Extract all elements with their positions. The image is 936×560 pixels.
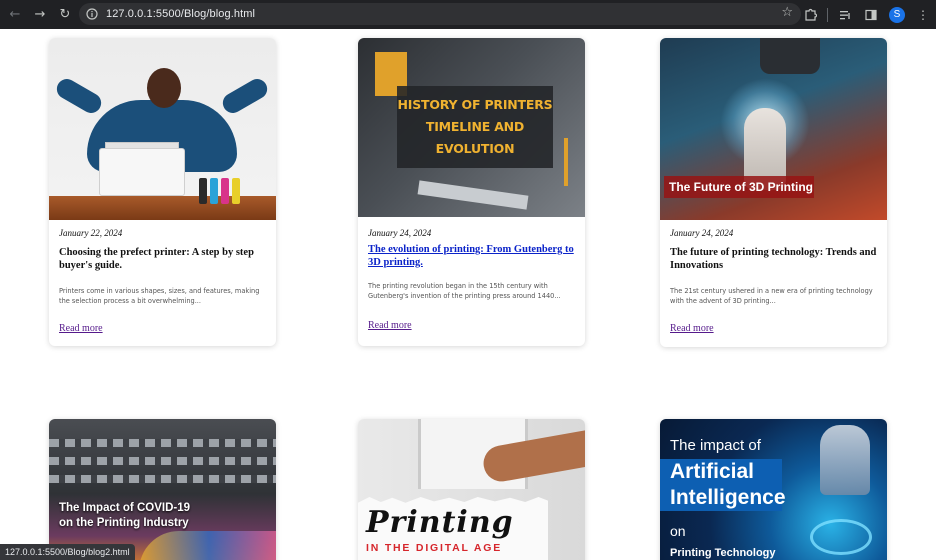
image-shape: [810, 519, 872, 555]
profile-avatar[interactable]: S: [884, 0, 910, 29]
toolbar-actions: S ⋮: [797, 0, 936, 29]
image-caption-line: on the Printing Industry: [59, 517, 189, 529]
image-caption-line: The impact of: [670, 437, 761, 454]
image-caption-sub: IN THE DIGITAL AGE: [366, 542, 503, 554]
image-shape: [232, 178, 240, 204]
image-shape: [221, 178, 229, 204]
image-shape: [219, 75, 271, 117]
extensions-icon[interactable]: [797, 0, 823, 29]
blog-card-3: The Future of 3D Printing January 24, 20…: [660, 38, 887, 347]
blog-card-6: The impact of Artificial Intelligence on…: [660, 419, 887, 560]
post-title: The future of printing technology: Trend…: [670, 247, 877, 271]
image-shape: [199, 178, 207, 204]
card-body: January 24, 2024 The future of printing …: [660, 220, 887, 306]
image-caption-line: EVOLUTION: [435, 141, 515, 156]
card-image-3d-printing: The Future of 3D Printing: [660, 38, 887, 220]
image-caption: The Future of 3D Printing: [664, 176, 814, 198]
blog-card-1: January 22, 2024 Choosing the prefect pr…: [49, 38, 276, 346]
post-title: Choosing the prefect printer: A step by …: [59, 247, 254, 271]
blog-card-5: Printing IN THE DIGITAL AGE: [358, 419, 585, 560]
image-shape: [99, 148, 185, 196]
post-date: January 24, 2024: [670, 228, 734, 238]
card-image-covid: The Impact of COVID-19 on the Printing I…: [49, 419, 276, 560]
image-shape: [49, 475, 276, 483]
image-shape: [210, 178, 218, 204]
browser-toolbar: ← → ↻ 127.0.0.1:5500/Blog/blog.html ☆ S …: [0, 0, 936, 29]
card-image-digital-age: Printing IN THE DIGITAL AGE: [358, 419, 585, 560]
read-more-link[interactable]: Read more: [368, 320, 412, 331]
image-caption-line: Printing Technology: [670, 547, 776, 559]
image-caption-line: on: [670, 523, 686, 539]
address-bar[interactable]: 127.0.0.1:5500/Blog/blog.html ☆: [79, 3, 801, 25]
image-shape: [49, 457, 276, 465]
image-caption-line: Intelligence: [670, 486, 786, 509]
card-image-ai: The impact of Artificial Intelligence on…: [660, 419, 887, 560]
image-caption: Printing: [366, 505, 514, 540]
image-shape: [139, 531, 276, 560]
image-caption-line: HISTORY OF PRINTERS: [397, 97, 553, 112]
image-shape: [760, 38, 820, 74]
image-shape: [147, 68, 181, 108]
side-panel-icon[interactable]: [858, 0, 884, 29]
bookmark-star-icon[interactable]: ☆: [781, 5, 793, 20]
card-image-printer-buyer: [49, 38, 276, 220]
read-more-link[interactable]: Read more: [59, 323, 103, 334]
toolbar-separator: [827, 7, 828, 22]
card-image-history-printers: HISTORY OF PRINTERS TIMELINE AND EVOLUTI…: [358, 38, 585, 217]
image-caption-line: TIMELINE AND: [425, 119, 525, 134]
menu-icon[interactable]: ⋮: [910, 0, 936, 29]
post-date: January 22, 2024: [59, 228, 123, 238]
link-status-bar: 127.0.0.1:5500/Blog/blog2.html: [0, 544, 135, 560]
image-shape: [49, 439, 276, 447]
post-excerpt: Printers come in various shapes, sizes, …: [59, 287, 260, 305]
image-shape: [53, 75, 105, 117]
card-body: January 24, 2024 The evolution of printi…: [358, 217, 585, 301]
image-shape: [417, 180, 529, 210]
post-title-link[interactable]: The evolution of printing: From Gutenber…: [368, 244, 575, 269]
post-date: January 24, 2024: [368, 228, 432, 238]
image-shape: [564, 138, 568, 186]
blog-card-2: HISTORY OF PRINTERS TIMELINE AND EVOLUTI…: [358, 38, 585, 346]
read-more-link[interactable]: Read more: [670, 323, 714, 334]
blog-card-4: The Impact of COVID-19 on the Printing I…: [49, 419, 276, 560]
reload-icon[interactable]: ↻: [53, 3, 77, 27]
post-excerpt: The printing revolution began in the 15t…: [368, 282, 561, 300]
back-icon[interactable]: ←: [3, 3, 27, 27]
image-caption-box: HISTORY OF PRINTERS TIMELINE AND EVOLUTI…: [397, 86, 553, 168]
image-shape: [820, 425, 870, 495]
image-caption-line: Artificial: [670, 460, 755, 483]
media-icon[interactable]: [832, 0, 858, 29]
card-body: January 22, 2024 Choosing the prefect pr…: [49, 220, 276, 306]
image-caption-line: The Impact of COVID-19: [59, 502, 190, 514]
image-caption-block: Artificial Intelligence: [660, 459, 786, 511]
post-excerpt: The 21st century ushered in a new era of…: [670, 287, 873, 305]
image-caption: The Impact of COVID-19 on the Printing I…: [59, 501, 190, 531]
avatar[interactable]: S: [889, 6, 905, 23]
image-shape: [49, 196, 276, 220]
url-text[interactable]: 127.0.0.1:5500/Blog/blog.html: [106, 8, 255, 20]
site-info-icon[interactable]: [84, 6, 100, 22]
forward-icon[interactable]: →: [28, 3, 52, 27]
